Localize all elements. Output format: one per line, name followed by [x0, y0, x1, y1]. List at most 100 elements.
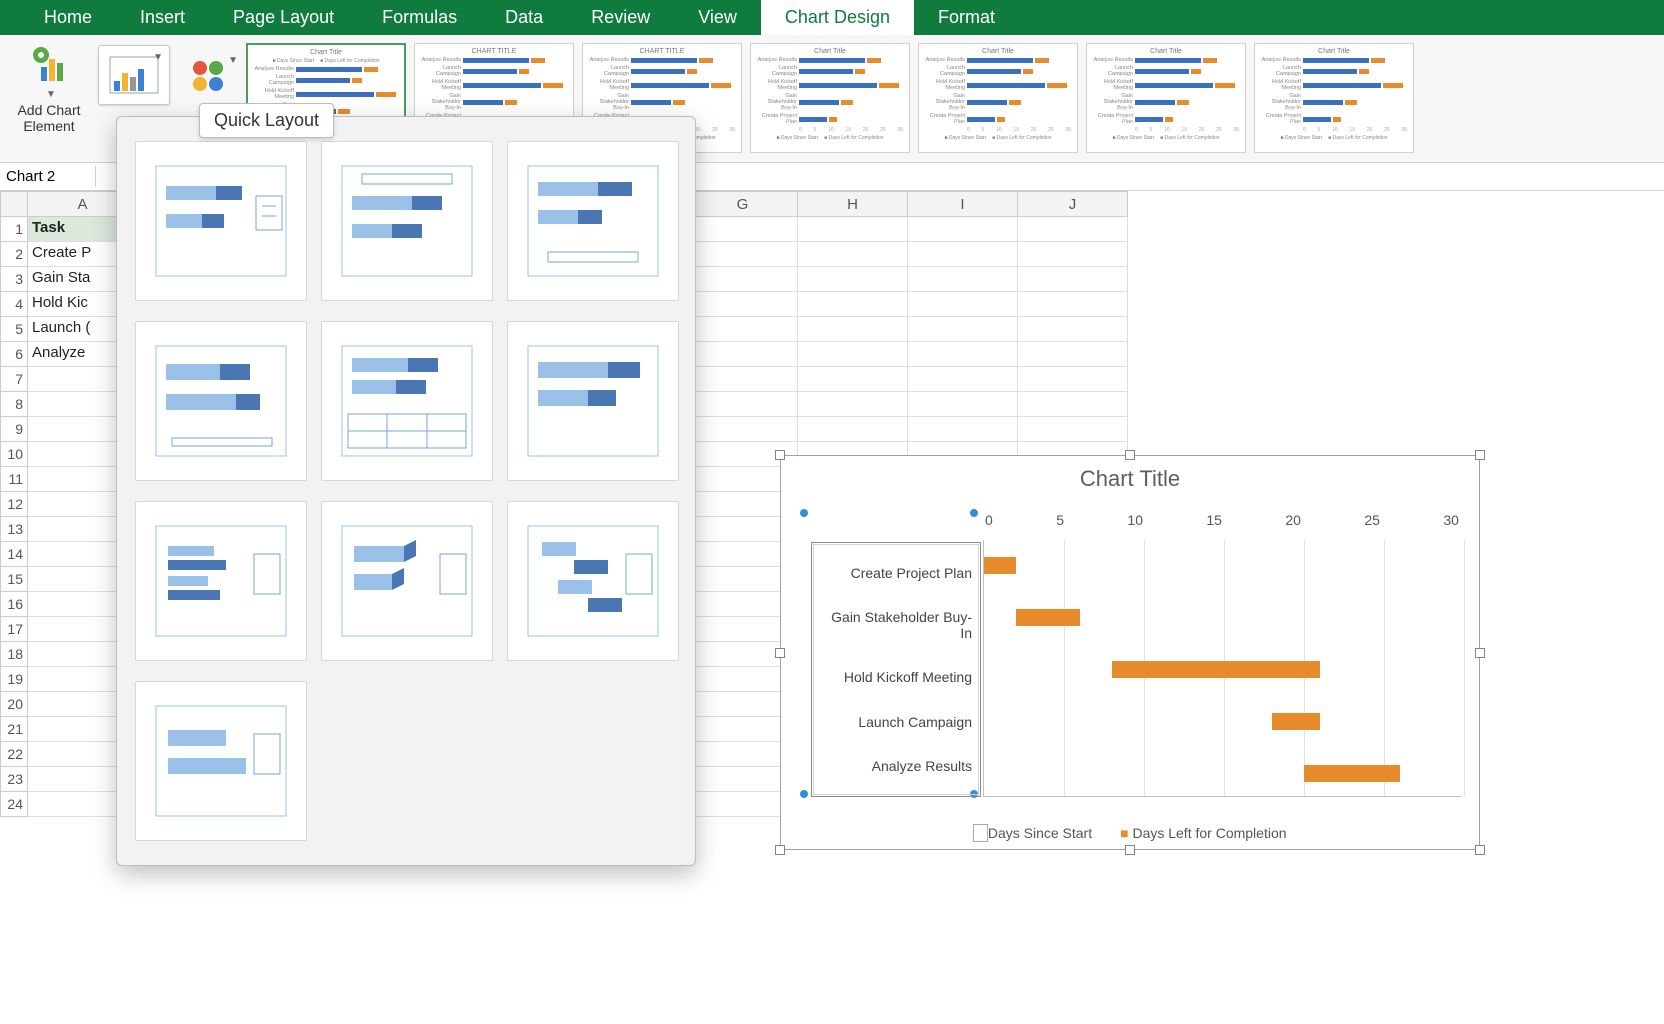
resize-handle[interactable]	[1475, 845, 1485, 855]
cell[interactable]	[798, 292, 908, 317]
quick-layout-option-4[interactable]	[135, 321, 307, 481]
cell[interactable]	[798, 242, 908, 267]
cell[interactable]	[1018, 342, 1128, 367]
cell[interactable]	[1018, 392, 1128, 417]
chart-style-option-7[interactable]: Chart TitleAnalyze ResultsLaunch Campaig…	[1254, 43, 1414, 153]
quick-layout-option-8[interactable]	[321, 501, 493, 661]
cell[interactable]	[798, 267, 908, 292]
row-header[interactable]: 22	[0, 742, 28, 767]
chart-style-option-5[interactable]: Chart TitleAnalyze ResultsLaunch Campaig…	[918, 43, 1078, 153]
cell[interactable]	[688, 317, 798, 342]
quick-layout-option-10[interactable]	[135, 681, 307, 841]
cell[interactable]	[908, 217, 1018, 242]
chart-bar[interactable]	[1304, 765, 1400, 782]
tab-chart-design[interactable]: Chart Design	[761, 0, 914, 35]
cell[interactable]	[688, 217, 798, 242]
tab-view[interactable]: View	[674, 0, 761, 35]
cell[interactable]	[798, 342, 908, 367]
row-header[interactable]: 14	[0, 542, 28, 567]
chart-object[interactable]: Chart Title Create Project PlanGain Stak…	[780, 455, 1480, 850]
chart-bar[interactable]	[984, 557, 1016, 574]
quick-layout-option-7[interactable]	[135, 501, 307, 661]
cell[interactable]	[1018, 217, 1128, 242]
cell[interactable]	[908, 392, 1018, 417]
legend-item-days-left[interactable]: Days Left for Completion	[1120, 825, 1286, 841]
legend-item-days-since-start[interactable]: Days Since Start	[973, 825, 1092, 841]
resize-handle[interactable]	[775, 450, 785, 460]
select-all-corner[interactable]	[0, 191, 28, 217]
column-header[interactable]: J	[1018, 191, 1128, 217]
row-header[interactable]: 19	[0, 667, 28, 692]
resize-handle[interactable]	[1475, 450, 1485, 460]
cell[interactable]	[908, 417, 1018, 442]
cell[interactable]	[688, 417, 798, 442]
add-chart-element-button[interactable]: ▼ Add Chart Element	[8, 41, 90, 136]
quick-layout-option-9[interactable]	[507, 501, 679, 661]
tab-insert[interactable]: Insert	[116, 0, 209, 35]
row-header[interactable]: 20	[0, 692, 28, 717]
cell[interactable]	[1018, 267, 1128, 292]
row-header[interactable]: 15	[0, 567, 28, 592]
row-header[interactable]: 2	[0, 242, 28, 267]
resize-handle[interactable]	[775, 845, 785, 855]
row-header[interactable]: 8	[0, 392, 28, 417]
cell[interactable]	[908, 367, 1018, 392]
row-header[interactable]: 13	[0, 517, 28, 542]
chart-category-axis[interactable]: Create Project PlanGain Stakeholder Buy-…	[811, 542, 981, 797]
quick-layout-option-1[interactable]	[135, 141, 307, 301]
row-header[interactable]: 3	[0, 267, 28, 292]
cell[interactable]	[1018, 242, 1128, 267]
row-header[interactable]: 4	[0, 292, 28, 317]
cell[interactable]	[688, 367, 798, 392]
chart-style-option-6[interactable]: Chart TitleAnalyze ResultsLaunch Campaig…	[1086, 43, 1246, 153]
chart-bar[interactable]	[1016, 609, 1080, 626]
chart-plot-area[interactable]: Create Project PlanGain Stakeholder Buy-…	[799, 502, 1461, 817]
tab-formulas[interactable]: Formulas	[358, 0, 481, 35]
cell[interactable]	[1018, 292, 1128, 317]
change-colors-button[interactable]: ▼	[178, 49, 238, 103]
quick-layout-option-5[interactable]	[321, 321, 493, 481]
tab-page-layout[interactable]: Page Layout	[209, 0, 358, 35]
cell[interactable]	[798, 367, 908, 392]
chart-title[interactable]: Chart Title	[799, 466, 1461, 492]
cell[interactable]	[798, 417, 908, 442]
cell[interactable]	[908, 242, 1018, 267]
tab-data[interactable]: Data	[481, 0, 567, 35]
row-header[interactable]: 9	[0, 417, 28, 442]
cell[interactable]	[688, 342, 798, 367]
chart-bar[interactable]	[1112, 661, 1320, 678]
quick-layout-option-6[interactable]	[507, 321, 679, 481]
column-header[interactable]: I	[908, 191, 1018, 217]
resize-handle[interactable]	[775, 648, 785, 658]
row-header[interactable]: 24	[0, 792, 28, 817]
cell[interactable]	[1018, 417, 1128, 442]
row-header[interactable]: 7	[0, 367, 28, 392]
tab-home[interactable]: Home	[20, 0, 116, 35]
chart-value-axis[interactable]: 051015202530	[983, 512, 1461, 528]
cell[interactable]	[908, 317, 1018, 342]
tab-review[interactable]: Review	[567, 0, 674, 35]
cell[interactable]	[1018, 367, 1128, 392]
row-header[interactable]: 18	[0, 642, 28, 667]
cell[interactable]	[1018, 317, 1128, 342]
resize-handle[interactable]	[1125, 450, 1135, 460]
quick-layout-button[interactable]: ▼	[98, 45, 170, 105]
name-box[interactable]: Chart 2	[0, 166, 96, 187]
cell[interactable]	[688, 392, 798, 417]
row-header[interactable]: 6	[0, 342, 28, 367]
cell[interactable]	[908, 342, 1018, 367]
row-header[interactable]: 10	[0, 442, 28, 467]
cell[interactable]	[798, 217, 908, 242]
cell[interactable]	[908, 292, 1018, 317]
cell[interactable]	[688, 292, 798, 317]
cell[interactable]	[798, 392, 908, 417]
quick-layout-option-2[interactable]	[321, 141, 493, 301]
row-header[interactable]: 1	[0, 217, 28, 242]
column-header[interactable]: H	[798, 191, 908, 217]
chart-bar[interactable]	[1272, 713, 1320, 730]
cell[interactable]	[798, 317, 908, 342]
tab-format[interactable]: Format	[914, 0, 1019, 35]
row-header[interactable]: 12	[0, 492, 28, 517]
cell[interactable]	[908, 267, 1018, 292]
row-header[interactable]: 23	[0, 767, 28, 792]
